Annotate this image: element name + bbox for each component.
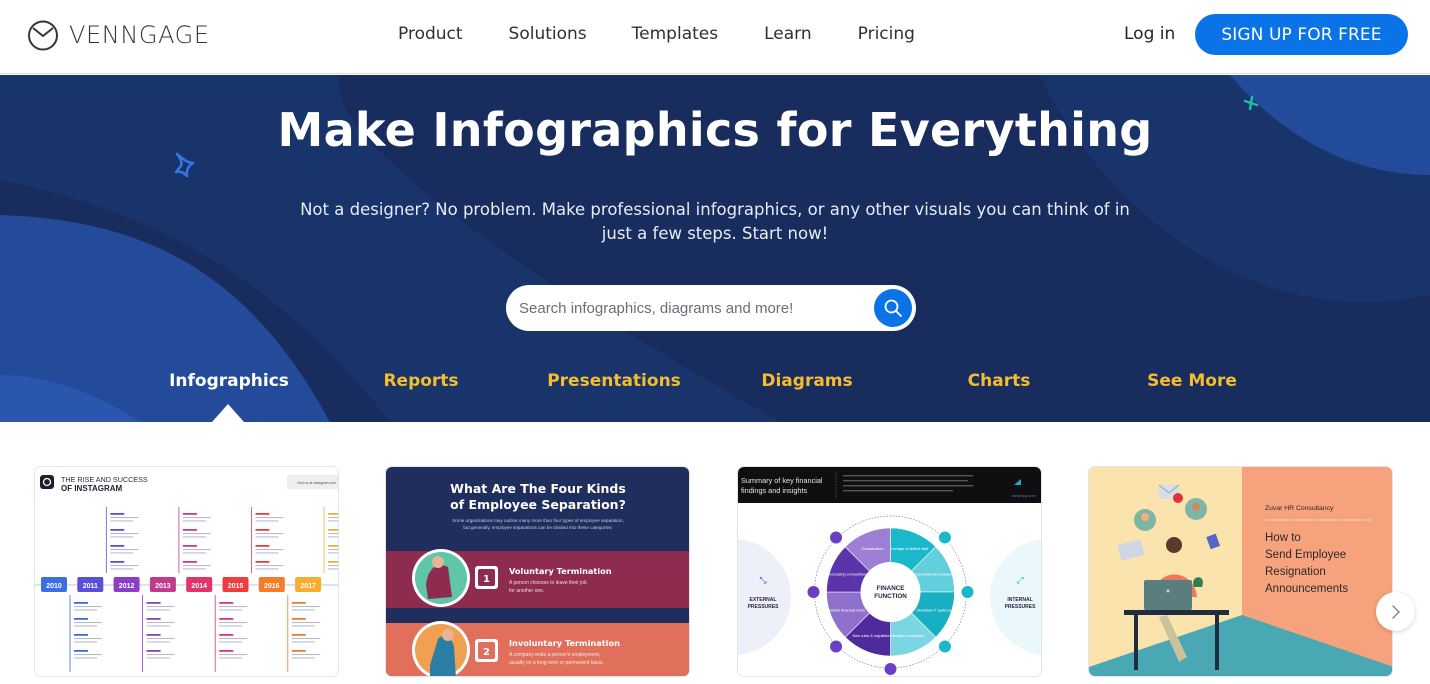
finance-summary-preview: Summary of key financial findings and in… (738, 467, 1041, 676)
nav-learn[interactable]: Learn (764, 24, 812, 44)
carousel-next-button[interactable] (1376, 592, 1415, 631)
tab-infographics[interactable]: Infographics (169, 371, 289, 391)
year-label: 2016 (264, 583, 280, 590)
wheel-segment-label: Globalization (862, 547, 884, 551)
tab-see-more[interactable]: See More (1147, 371, 1237, 391)
nav-solutions[interactable]: Solutions (509, 24, 587, 44)
hero-title: Make Infographics for Everything (277, 103, 1153, 157)
top-nav: VENNGAGE Product Solutions Templates Lea… (0, 0, 1430, 74)
venngage-logo[interactable]: VENNGAGE (27, 19, 210, 51)
active-tab-indicator (212, 404, 244, 422)
wheel-segment-label: Increasing competition (828, 573, 866, 577)
card2-item1-title: Voluntary Termination (509, 566, 612, 576)
nav-product[interactable]: Product (398, 24, 463, 44)
login-link[interactable]: Log in (1124, 24, 1175, 44)
card3-title-line2: findings and insights (741, 486, 807, 495)
wheel-segment-label: Organizational complexity (912, 573, 956, 577)
wheel-icon (883, 662, 898, 676)
svg-text:A person chooses to leave thei: A person chooses to leave their job (509, 580, 587, 586)
svg-text:A company ends a person's empl: A company ends a person's employment, (509, 652, 600, 658)
wheel-icon (960, 585, 975, 599)
svg-text:Send Employee: Send Employee (1265, 549, 1346, 561)
wheel-icon (937, 639, 952, 654)
template-card-finance-summary[interactable]: Summary of key financial findings and in… (737, 466, 1042, 677)
wheel-icon (829, 639, 844, 654)
template-card-instagram[interactable]: THE RISE AND SUCCESS OF INSTAGRAM Visit … (34, 466, 339, 677)
svg-text:EXTERNAL: EXTERNAL (750, 597, 777, 603)
template-carousel: THE RISE AND SUCCESS OF INSTAGRAM Visit … (0, 422, 1430, 684)
employee-separation-preview: What Are The Four Kinds of Employee Sepa… (386, 467, 689, 676)
wheel-segment-label: Shortage of skilled staff (889, 547, 929, 551)
instagram-icon (40, 475, 54, 489)
year-label: 2011 (83, 583, 98, 590)
svg-text:INTERNAL: INTERNAL (1007, 597, 1032, 603)
svg-text:How to: How to (1265, 532, 1301, 544)
year-label: 2015 (228, 583, 244, 590)
resignation-announcement-preview: Zuvar HR Consultancy How to Send Employe… (1089, 467, 1392, 676)
card4-company: Zuvar HR Consultancy (1265, 505, 1334, 512)
hero-subtitle: Not a designer? No problem. Make profess… (300, 200, 1130, 243)
card2-intro-line2: but generally, employee separations can … (463, 525, 612, 530)
svg-text:usually on a long-term or perm: usually on a long-term or permanent basi… (509, 660, 604, 666)
signup-button[interactable]: SIGN UP FOR FREE (1195, 14, 1408, 55)
instagram-timeline-preview: THE RISE AND SUCCESS OF INSTAGRAM Visit … (35, 467, 338, 676)
tab-reports[interactable]: Reports (383, 371, 458, 391)
card3-title-line1: Summary of key financial (741, 476, 823, 485)
collapse-arrows-icon: ⤢ (1015, 576, 1023, 586)
wheel-segment-label: Outdated IT systems (916, 608, 951, 612)
year-label: 2012 (119, 583, 135, 590)
wheel-segment-label: Budget constraints (893, 634, 925, 638)
card2-title-line2: of Employee Separation? (450, 497, 626, 512)
search-input[interactable] (519, 288, 859, 328)
template-card-resignation-announcement[interactable]: Zuvar HR Consultancy How to Send Employe… (1088, 466, 1393, 677)
card2-item2-title: Involuntary Termination (509, 638, 620, 648)
wheel-segment-label: New rules & regulations (852, 634, 892, 638)
svg-text:2: 2 (483, 647, 490, 658)
wheel-segment-label: Global financial crisis (829, 608, 865, 612)
wheel-icon (806, 585, 821, 599)
tab-charts[interactable]: Charts (968, 371, 1031, 391)
search-bar (506, 285, 916, 331)
card3-center-line1: FINANCE (877, 585, 905, 592)
nav-pricing[interactable]: Pricing (858, 24, 915, 44)
svg-text:PRESSURES: PRESSURES (1005, 604, 1037, 610)
card2-intro-line1: Some organizations may outline many more… (452, 518, 624, 523)
tab-diagrams[interactable]: Diagrams (761, 371, 852, 391)
year-label: 2010 (46, 583, 62, 590)
svg-text:Resignation: Resignation (1265, 566, 1326, 578)
svg-text:PRESSURES: PRESSURES (748, 604, 780, 610)
card1-visit: Visit us at instagram.com (297, 481, 336, 485)
svg-text:1: 1 (483, 574, 490, 585)
template-card-employee-separation[interactable]: What Are The Four Kinds of Employee Sepa… (385, 466, 690, 677)
nav-templates[interactable]: Templates (632, 24, 718, 44)
card3-center-line2: FUNCTION (874, 593, 907, 600)
year-label: 2017 (300, 583, 316, 590)
svg-text:Announcements: Announcements (1265, 583, 1348, 595)
tab-presentations[interactable]: Presentations (547, 371, 681, 391)
expand-arrows-icon: ⤡ (759, 576, 766, 586)
main-nav: Product Solutions Templates Learn Pricin… (398, 24, 961, 44)
year-label: 2013 (155, 583, 171, 590)
wheel-icon (937, 530, 952, 545)
brand-name: VENNGAGE (69, 21, 210, 49)
wheel-icon (829, 530, 844, 545)
card1-title-line2: OF INSTAGRAM (61, 484, 123, 493)
hero-section: Make Infographics for Everything Not a d… (0, 75, 1430, 422)
category-tabs: Infographics Reports Presentations Diagr… (0, 371, 1430, 401)
svg-text:for another one.: for another one. (509, 588, 544, 594)
search-icon (884, 299, 902, 317)
search-button[interactable] (874, 289, 912, 327)
year-label: 2014 (191, 583, 207, 590)
card1-title-line1: THE RISE AND SUCCESS (61, 475, 148, 484)
card2-title-line1: What Are The Four Kinds (450, 481, 626, 496)
chevron-right-icon (1391, 604, 1400, 619)
svg-text:www.fpg.com: www.fpg.com (1012, 493, 1036, 498)
venngage-logo-icon (28, 20, 58, 51)
